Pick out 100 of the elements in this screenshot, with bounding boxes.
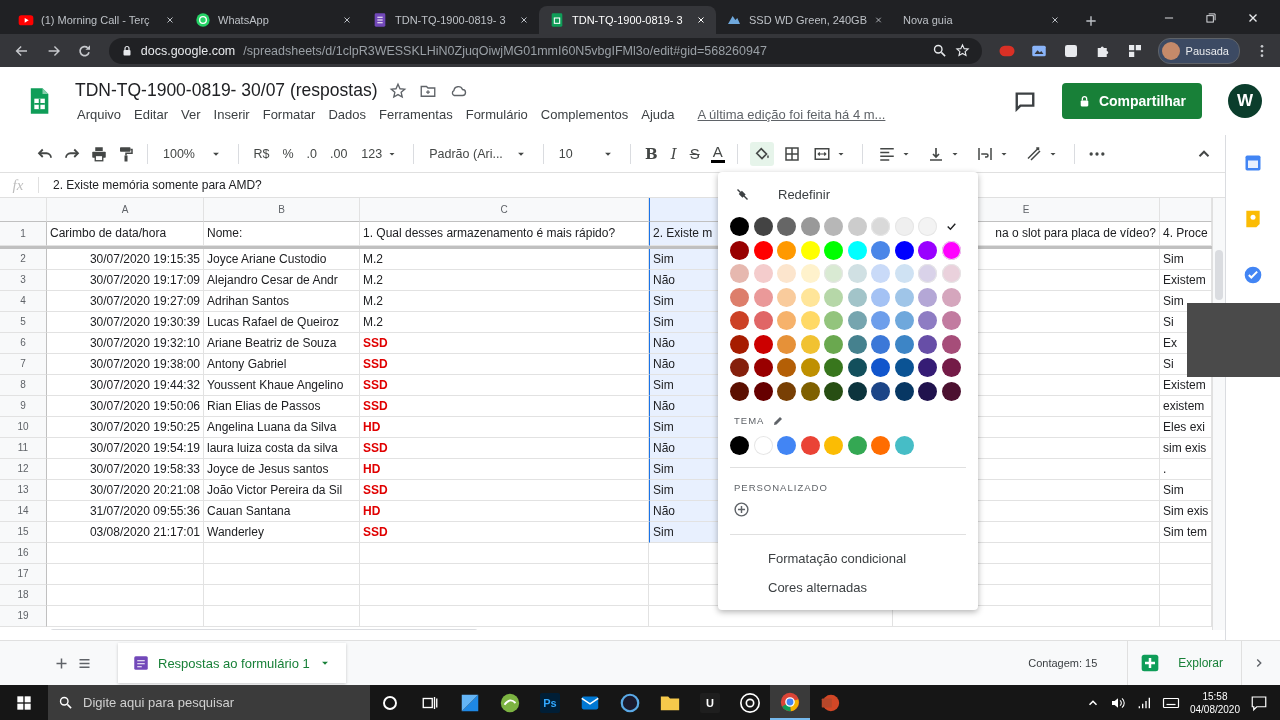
column-header[interactable]: A — [47, 198, 204, 222]
table-cell: 30/07/2020 19:15:35 — [47, 249, 204, 270]
row-number[interactable]: 3 — [0, 270, 47, 291]
table-cell: SSD — [360, 375, 649, 396]
italic-button[interactable]: I — [668, 141, 679, 166]
decrease-decimal-button[interactable]: .0 — [304, 143, 319, 164]
menu-item[interactable]: Formulário — [463, 107, 530, 122]
sheet-tab[interactable]: Respostas ao formulário 1 — [118, 643, 346, 683]
row-number[interactable]: 10 — [0, 417, 47, 438]
table-cell: 30/07/2020 19:38:00 — [47, 354, 204, 375]
row-number[interactable]: 6 — [0, 333, 47, 354]
percent-button[interactable]: % — [280, 143, 296, 164]
menu-option[interactable]: Cores alternadas — [768, 579, 978, 595]
menu-item[interactable]: Inserir — [211, 107, 252, 122]
row-number[interactable]: 15 — [0, 522, 47, 543]
bold-button[interactable]: B — [643, 141, 660, 166]
explore-button[interactable]: Explorar — [1127, 641, 1242, 685]
row-number[interactable]: 9 — [0, 396, 47, 417]
avatar[interactable]: W — [1228, 84, 1262, 118]
table-cell: 30/07/2020 19:58:33 — [47, 459, 204, 480]
table-cell: Joyce de Jesus santos — [204, 459, 360, 480]
table-cell: laura luiza costa da silva — [204, 438, 360, 459]
table-cell: 30/07/2020 19:50:06 — [47, 396, 204, 417]
row-number[interactable]: 2 — [0, 249, 47, 270]
table-cell: M.2 — [360, 270, 649, 291]
share-button[interactable]: Compartilhar — [1061, 83, 1202, 119]
row-number[interactable]: 8 — [0, 375, 47, 396]
table-cell: 30/07/2020 19:17:09 — [47, 270, 204, 291]
currency-button[interactable]: R$ — [251, 143, 272, 164]
clock-date[interactable]: 04/08/2020 — [1189, 702, 1240, 716]
profile-button[interactable]: Pausada — [1157, 37, 1240, 64]
row-number[interactable]: 14 — [0, 501, 47, 522]
address-field[interactable]: docs.google.com /spreadsheets/d/1clpR3WESSKLHiN0ZjuqOiwjMG01mmI60N5vbgIFMl3o/edit#gid=568260947 — [108, 37, 982, 64]
text-color-button[interactable]: A — [710, 144, 725, 163]
table-cell: Alejandro Cesar de Andr — [204, 270, 360, 291]
app-tile[interactable]: Ps — [540, 692, 560, 713]
table-cell: João Victor Pereira da Sil — [204, 480, 360, 501]
row-number[interactable]: 12 — [0, 459, 47, 480]
row-number[interactable]: 19 — [0, 606, 47, 627]
table-cell: 30/07/2020 19:30:39 — [47, 312, 204, 333]
formula-field[interactable]: 2. Existe memória somente para AMD? — [53, 178, 262, 192]
table-cell: 30/07/2020 19:44:32 — [47, 375, 204, 396]
row-number[interactable]: 11 — [0, 438, 47, 459]
table-cell: Ariane Beatriz de Souza — [204, 333, 360, 354]
column-header[interactable]: B — [204, 198, 360, 222]
menu-item[interactable]: Dados — [326, 107, 368, 122]
menu-item[interactable]: Ajuda — [639, 107, 677, 122]
menu-item[interactable]: Ferramentas — [377, 107, 455, 122]
last-edit-link[interactable]: A última edição foi feita há 4 m... — [697, 107, 886, 122]
menu-item[interactable]: Arquivo — [75, 107, 124, 122]
browser-tab[interactable]: WhatsApp — [185, 6, 362, 34]
row-number[interactable]: 13 — [0, 480, 47, 501]
zoom-dropdown[interactable]: 100% — [160, 143, 227, 164]
strikethrough-button[interactable]: S — [687, 142, 702, 165]
clock-time[interactable]: 15:58 — [1202, 689, 1228, 703]
column-header[interactable]: C — [360, 198, 649, 222]
table-cell: M.2 — [360, 291, 649, 312]
font-dropdown[interactable]: Padrão (Ari... — [426, 143, 531, 164]
table-cell: 30/07/2020 19:50:25 — [47, 417, 204, 438]
table-cell: 30/07/2020 19:54:19 — [47, 438, 204, 459]
table-cell: 03/08/2020 21:17:01 — [47, 522, 204, 543]
section-label: TEMA — [734, 415, 765, 426]
row-number[interactable]: 17 — [0, 564, 47, 585]
menu-option[interactable]: Formatação condicional — [768, 550, 978, 566]
table-cell: M.2 — [360, 312, 649, 333]
document-title[interactable]: TDN-TQ-1900-0819- 30/07 (respostas) — [75, 80, 378, 101]
row-number[interactable]: 7 — [0, 354, 47, 375]
formula-label: fx — [11, 176, 25, 194]
menu-item[interactable]: Editar — [132, 107, 171, 122]
app-tile[interactable]: U — [700, 692, 720, 713]
table-cell: SSD — [360, 396, 649, 417]
row-number[interactable]: 1 — [0, 222, 47, 246]
table-cell: HD — [360, 501, 649, 522]
font-size-dropdown[interactable]: 10 — [555, 143, 618, 164]
table-cell: Lucas Rafael de Queiroz — [204, 312, 360, 333]
section-label: PERSONALIZADO — [734, 481, 828, 493]
browser-tab[interactable]: TDN-TQ-1900-0819- 3 — [539, 6, 716, 34]
row-number[interactable]: 18 — [0, 585, 47, 606]
header-cell: Nome: — [204, 222, 360, 246]
browser-tab[interactable]: Nova guia — [893, 6, 1070, 34]
table-cell: 30/07/2020 20:21:08 — [47, 480, 204, 501]
number-format-dropdown[interactable]: 123 — [358, 143, 402, 164]
browser-tab[interactable]: (1) Morning Call - Terç — [8, 6, 185, 34]
table-cell: HD — [360, 459, 649, 480]
row-number[interactable]: 16 — [0, 543, 47, 564]
table-cell: HD — [360, 417, 649, 438]
table-cell: Rian Elias de Passos — [204, 396, 360, 417]
browser-tab[interactable]: SSD WD Green, 240GB — [716, 6, 893, 34]
menu-item[interactable]: Ver — [179, 107, 203, 122]
table-cell: M.2 — [360, 249, 649, 270]
row-number[interactable]: 4 — [0, 291, 47, 312]
table-cell: Antony Gabriel — [204, 354, 360, 375]
browser-tab[interactable]: TDN-TQ-1900-0819- 3 — [362, 6, 539, 34]
menu-item[interactable]: Formatar — [260, 107, 318, 122]
row-number[interactable]: 5 — [0, 312, 47, 333]
increase-decimal-button[interactable]: .00 — [327, 143, 350, 164]
table-cell: SSD — [360, 438, 649, 459]
table-cell: 30/07/2020 19:27:09 — [47, 291, 204, 312]
header-cell: 1. Qual desses armazenamento é mais rápido? — [360, 222, 649, 246]
menu-item[interactable]: Complementos — [538, 107, 631, 122]
